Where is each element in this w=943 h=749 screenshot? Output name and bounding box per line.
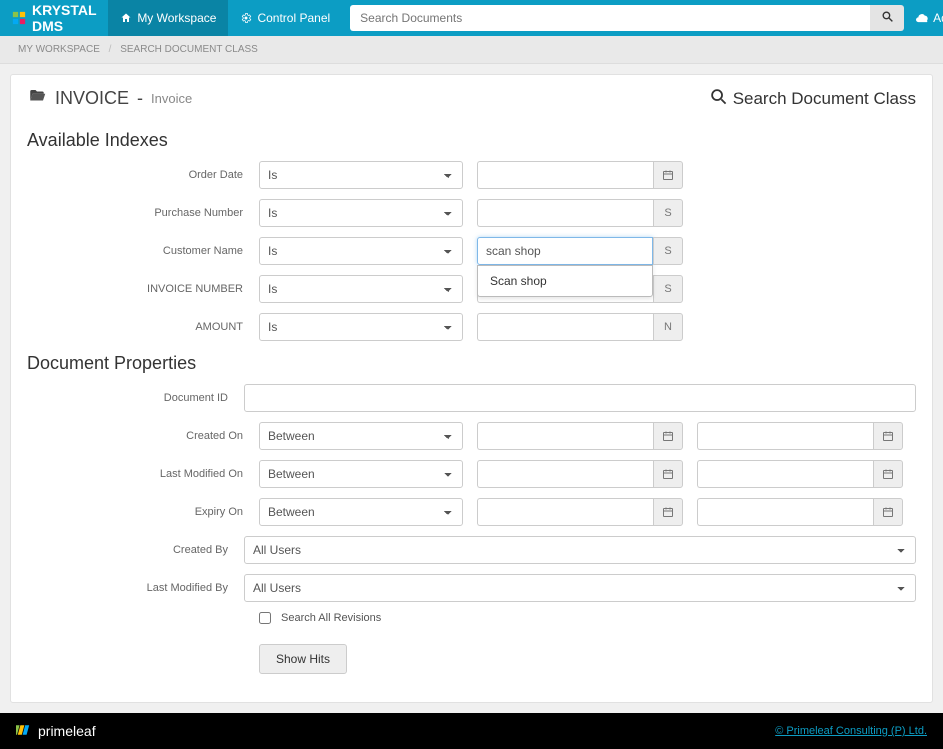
title-dash: - — [137, 88, 143, 109]
brand-text: KRYSTAL DMS — [32, 2, 96, 34]
show-hits-button[interactable]: Show Hits — [259, 644, 347, 674]
nav-control-panel[interactable]: Control Panel — [228, 0, 342, 36]
type-badge-string: S — [653, 275, 683, 303]
search-input[interactable] — [350, 5, 870, 31]
autocomplete-item[interactable]: Scan shop — [478, 266, 652, 296]
calendar-icon[interactable] — [653, 460, 683, 488]
calendar-icon[interactable] — [653, 498, 683, 526]
footer-logo-icon — [16, 723, 32, 740]
brand-logo-icon — [12, 11, 26, 25]
document-class-sub: Invoice — [151, 91, 192, 106]
calendar-icon[interactable] — [653, 161, 683, 189]
home-icon — [120, 12, 132, 24]
crumb-root[interactable]: MY WORKSPACE — [18, 44, 100, 55]
footer-copyright[interactable]: © Primeleaf Consulting (P) Ltd. — [775, 725, 927, 737]
search-button[interactable] — [870, 5, 904, 31]
last-modified-on-to[interactable] — [697, 460, 873, 488]
created-on-from[interactable] — [477, 422, 653, 450]
nav-label: Control Panel — [257, 11, 330, 25]
label-customer-name: Customer Name — [27, 245, 259, 257]
type-badge-string: S — [653, 199, 683, 227]
footer-brand-text: primeleaf — [38, 723, 96, 739]
expiry-on-to[interactable] — [697, 498, 873, 526]
label-amount: AMOUNT — [27, 321, 259, 333]
nav-my-workspace[interactable]: My Workspace — [108, 0, 228, 36]
last-modified-by-select[interactable]: All Users — [244, 574, 916, 602]
search-all-revisions-label: Search All Revisions — [281, 612, 381, 624]
cloud-upload-icon — [916, 12, 928, 24]
created-on-operator[interactable]: Between — [259, 422, 463, 450]
search-icon — [881, 10, 894, 26]
last-modified-on-operator[interactable]: Between — [259, 460, 463, 488]
type-badge-number: N — [653, 313, 683, 341]
order-date-value[interactable] — [477, 161, 653, 189]
search-class-label: Search Document Class — [733, 89, 916, 109]
top-nav-bar: KRYSTAL DMS My Workspace Control Panel A… — [0, 0, 943, 36]
label-document-id: Document ID — [27, 392, 244, 404]
search-all-revisions-checkbox[interactable] — [259, 612, 271, 624]
nav-label: My Workspace — [137, 11, 216, 25]
amount-value[interactable] — [477, 313, 653, 341]
label-expiry-on: Expiry On — [27, 506, 259, 518]
gears-icon — [240, 12, 252, 24]
created-on-to[interactable] — [697, 422, 873, 450]
invoice-number-operator[interactable]: Is — [259, 275, 463, 303]
section-document-properties: Document Properties — [27, 353, 916, 374]
label-purchase-number: Purchase Number — [27, 207, 259, 219]
label-invoice-number: INVOICE NUMBER — [27, 283, 259, 295]
breadcrumb: MY WORKSPACE / SEARCH DOCUMENT CLASS — [0, 36, 943, 64]
document-class-name: INVOICE — [55, 88, 129, 109]
label-created-by: Created By — [27, 544, 244, 556]
footer: primeleaf © Primeleaf Consulting (P) Ltd… — [0, 713, 943, 749]
search-card: INVOICE - Invoice Search Document Class … — [10, 74, 933, 703]
customer-name-operator[interactable]: Is — [259, 237, 463, 265]
calendar-icon[interactable] — [873, 498, 903, 526]
label-last-modified-by: Last Modified By — [27, 582, 244, 594]
autocomplete-dropdown: Scan shop — [477, 265, 653, 297]
purchase-number-operator[interactable]: Is — [259, 199, 463, 227]
search-document-class-link[interactable]: Search Document Class — [710, 88, 916, 110]
type-badge-string: S — [653, 237, 683, 265]
order-date-operator[interactable]: Is — [259, 161, 463, 189]
expiry-on-operator[interactable]: Between — [259, 498, 463, 526]
calendar-icon[interactable] — [653, 422, 683, 450]
label-order-date: Order Date — [27, 169, 259, 181]
calendar-icon[interactable] — [873, 460, 903, 488]
document-id-input[interactable] — [244, 384, 916, 412]
folder-open-icon — [27, 87, 47, 110]
global-search — [350, 5, 904, 31]
section-available-indexes: Available Indexes — [27, 130, 916, 151]
brand: KRYSTAL DMS — [0, 2, 108, 34]
amount-operator[interactable]: Is — [259, 313, 463, 341]
purchase-number-value[interactable] — [477, 199, 653, 227]
crumb-current: SEARCH DOCUMENT CLASS — [120, 44, 258, 55]
search-icon — [710, 88, 727, 110]
created-by-select[interactable]: All Users — [244, 536, 916, 564]
last-modified-on-from[interactable] — [477, 460, 653, 488]
customer-name-value[interactable] — [477, 237, 653, 265]
label-created-on: Created On — [27, 430, 259, 442]
label-last-modified-on: Last Modified On — [27, 468, 259, 480]
nav-label: Add Document — [933, 11, 943, 25]
crumb-separator: / — [109, 44, 112, 55]
calendar-icon[interactable] — [873, 422, 903, 450]
expiry-on-from[interactable] — [477, 498, 653, 526]
nav-add-document[interactable]: Add Document — [904, 0, 943, 36]
